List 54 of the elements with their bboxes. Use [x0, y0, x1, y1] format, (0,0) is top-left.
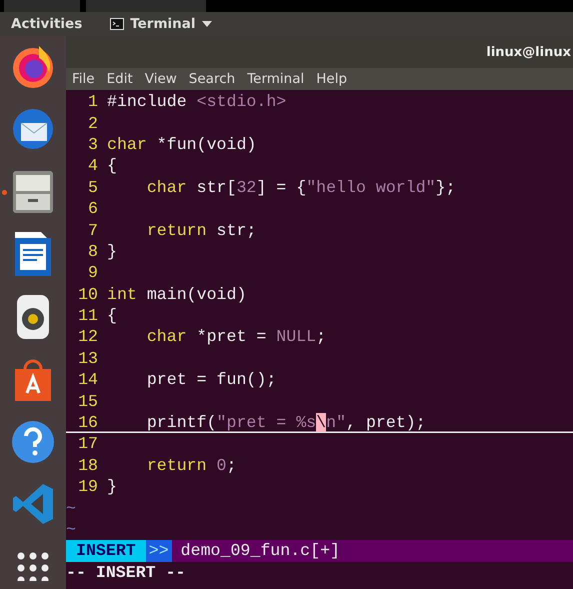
- separator: >>: [146, 540, 172, 562]
- code-line: char *pret = NULL;: [146, 327, 326, 346]
- code-line: {: [107, 306, 117, 326]
- code-line: char *fun(void): [107, 134, 256, 154]
- running-indicator: [2, 190, 7, 195]
- code-line: }: [107, 477, 117, 496]
- line-number: 2: [87, 114, 98, 133]
- line-number: 9: [87, 263, 98, 282]
- activities-button[interactable]: Activities: [11, 16, 82, 32]
- line-number: 19: [77, 477, 98, 496]
- help-icon[interactable]: [11, 420, 55, 464]
- menu-item[interactable]: Edit: [106, 71, 133, 87]
- menu-item[interactable]: View: [144, 71, 177, 87]
- file-name: demo_09_fun.c[+]: [180, 541, 340, 560]
- code-line: #include <stdio.h>: [107, 92, 286, 112]
- menu-item[interactable]: Help: [316, 71, 348, 87]
- empty-line-marker: ~: [66, 520, 76, 539]
- line-number: 11: [77, 306, 98, 326]
- mode-indicator: INSERT: [66, 540, 146, 562]
- window-title: linux@linux: [486, 44, 571, 60]
- line-number: 10: [77, 284, 98, 304]
- line-number: 4: [87, 156, 98, 176]
- line-number: 17: [77, 434, 98, 454]
- line-number: 1: [87, 92, 98, 112]
- caret-icon: [202, 21, 212, 27]
- terminal-icon: [110, 18, 124, 30]
- code-line: char str[32] = {"hello world"};: [146, 178, 456, 197]
- file-cabinet-icon[interactable]: [11, 168, 55, 214]
- line-number: 5: [87, 178, 98, 197]
- code-line: pret = fun();: [146, 370, 276, 390]
- menu-item[interactable]: Terminal: [247, 71, 304, 87]
- menu-item[interactable]: Search: [188, 71, 236, 87]
- line-number: 6: [87, 199, 98, 218]
- code-line: int main(void): [107, 284, 246, 304]
- line-number: 3: [87, 134, 98, 154]
- code-line: return str;: [146, 220, 256, 240]
- code-line: {: [107, 156, 117, 176]
- line-number: 18: [77, 456, 98, 475]
- line-number: 16: [77, 413, 98, 432]
- line-number: 13: [77, 348, 98, 368]
- document-icon[interactable]: [13, 230, 53, 278]
- menu-item[interactable]: File: [72, 71, 95, 87]
- code-line: printf("pret = %s\n", pret);: [146, 413, 426, 432]
- line-number: 7: [87, 220, 98, 240]
- code-line: return 0;: [146, 456, 236, 475]
- line-number: 15: [77, 392, 98, 411]
- line-number: 12: [77, 327, 98, 346]
- empty-line-marker: ~: [66, 498, 76, 518]
- line-number: 8: [87, 242, 98, 261]
- code-line: }: [107, 242, 117, 261]
- app-menu[interactable]: Terminal: [110, 16, 212, 32]
- line-number: 14: [77, 370, 98, 390]
- command-line: -- INSERT --: [66, 562, 186, 582]
- code-editor-icon[interactable]: [11, 482, 55, 526]
